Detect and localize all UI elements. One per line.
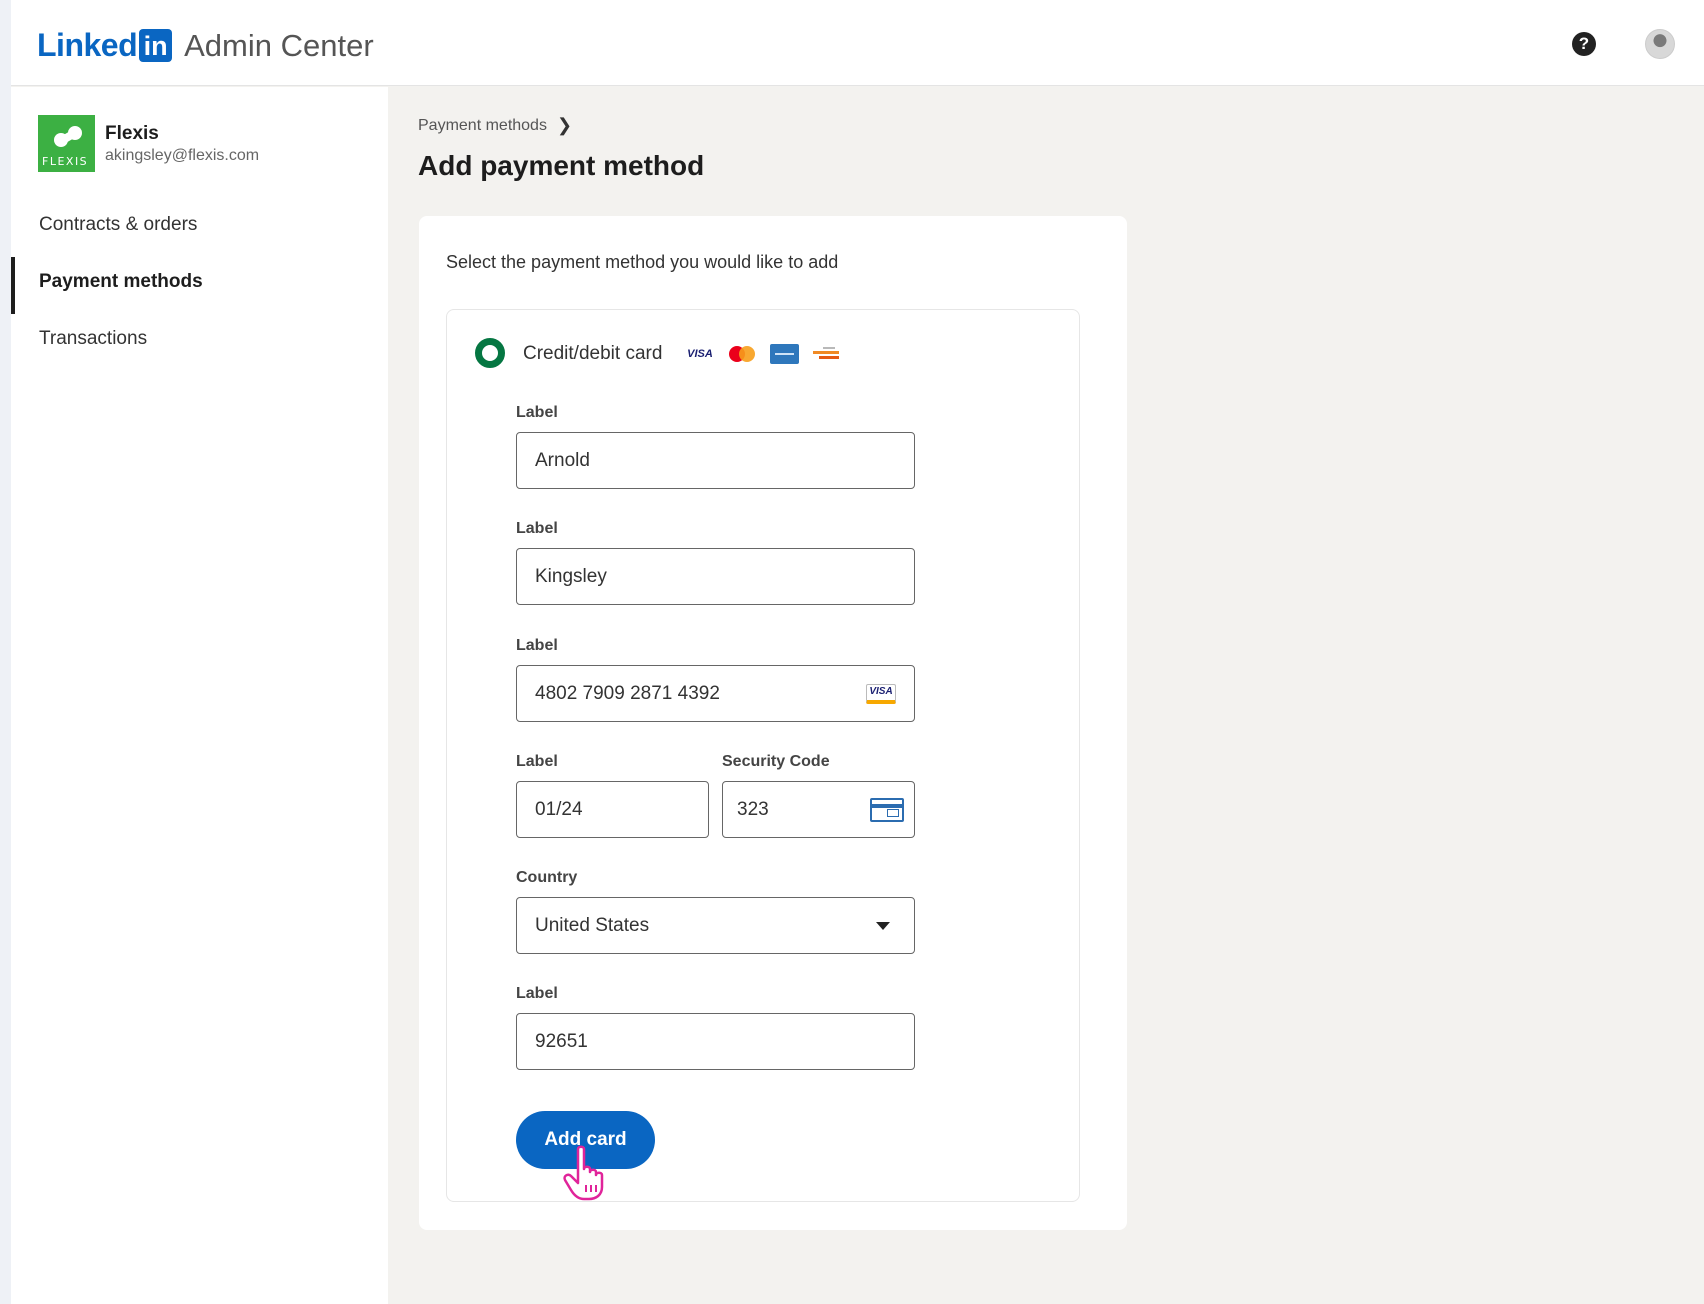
expiry-value: 01/24	[535, 798, 583, 820]
org-logo: FLEXIS	[38, 115, 95, 172]
form-intro-text: Select the payment method you would like…	[446, 252, 839, 272]
mastercard-icon	[729, 344, 757, 364]
security-code-label: Security Code	[722, 753, 830, 770]
security-code-value: 323	[737, 798, 769, 820]
country-value: United States	[535, 914, 650, 936]
first-name-label: Label	[516, 404, 558, 421]
org-logo-mark-icon	[54, 126, 82, 147]
credit-card-option-label[interactable]: Credit/debit card	[523, 343, 662, 365]
sidebar-item-payment-methods[interactable]: Payment methods	[39, 271, 203, 293]
zip-value: 92651	[535, 1030, 588, 1052]
country-label: Country	[516, 869, 578, 886]
hand-pointer-cursor-icon	[563, 1145, 604, 1201]
chevron-down-icon	[876, 921, 890, 930]
first-name-value: Arnold	[535, 449, 590, 471]
breadcrumb-payment-methods[interactable]: Payment methods	[418, 117, 547, 135]
last-name-label: Label	[516, 520, 558, 537]
org-logo-text: FLEXIS	[42, 155, 89, 168]
breadcrumb: Payment methods ❯	[418, 115, 572, 136]
sidebar: FLEXIS Flexis akingsley@flexis.com Contr…	[11, 87, 388, 1304]
last-name-value: Kingsley	[535, 565, 607, 587]
help-icon[interactable]: ?	[1572, 32, 1596, 56]
linkedin-in-icon: in	[139, 29, 173, 62]
expiry-label: Label	[516, 753, 558, 770]
top-header: Linked in Admin Center ?	[11, 0, 1704, 86]
linkedin-admin-logo[interactable]: Linked in Admin Center	[37, 27, 374, 64]
cvc-card-icon	[870, 797, 904, 822]
country-select[interactable]: United States	[516, 897, 915, 954]
visa-icon: VISA	[687, 348, 713, 360]
admin-center-app: Linked in Admin Center ? FLEXIS Flexis a…	[11, 0, 1704, 1304]
org-name: Flexis	[105, 123, 159, 144]
sidebar-item-contracts-orders[interactable]: Contracts & orders	[39, 214, 197, 236]
logo-wordmark: Linked	[37, 27, 138, 63]
last-name-field[interactable]: Kingsley	[516, 548, 915, 605]
product-name: Admin Center	[184, 27, 374, 63]
card-brand-visa-icon: VISA	[866, 683, 896, 704]
chevron-right-icon: ❯	[556, 115, 573, 135]
page-title: Add payment method	[418, 150, 705, 181]
amex-icon	[770, 344, 799, 364]
first-name-field[interactable]: Arnold	[516, 432, 915, 489]
expiry-field[interactable]: 01/24	[516, 781, 709, 838]
credit-card-radio[interactable]	[475, 338, 505, 368]
org-email: akingsley@flexis.com	[105, 147, 260, 164]
avatar[interactable]	[1645, 29, 1675, 59]
zip-field[interactable]: 92651	[516, 1013, 915, 1070]
zip-label: Label	[516, 985, 558, 1002]
security-code-field[interactable]: 323	[722, 781, 915, 838]
card-number-field[interactable]: 4802 7909 2871 4392 VISA	[516, 665, 915, 722]
card-option-panel: Credit/debit card VISA Label Arnold Labe…	[446, 309, 1080, 1202]
discover-icon	[813, 344, 839, 364]
payment-form-card: Select the payment method you would like…	[419, 216, 1127, 1230]
card-number-value: 4802 7909 2871 4392	[535, 682, 720, 704]
card-number-label: Label	[516, 637, 558, 654]
nav-active-indicator	[11, 257, 15, 314]
sidebar-item-transactions[interactable]: Transactions	[39, 328, 147, 350]
